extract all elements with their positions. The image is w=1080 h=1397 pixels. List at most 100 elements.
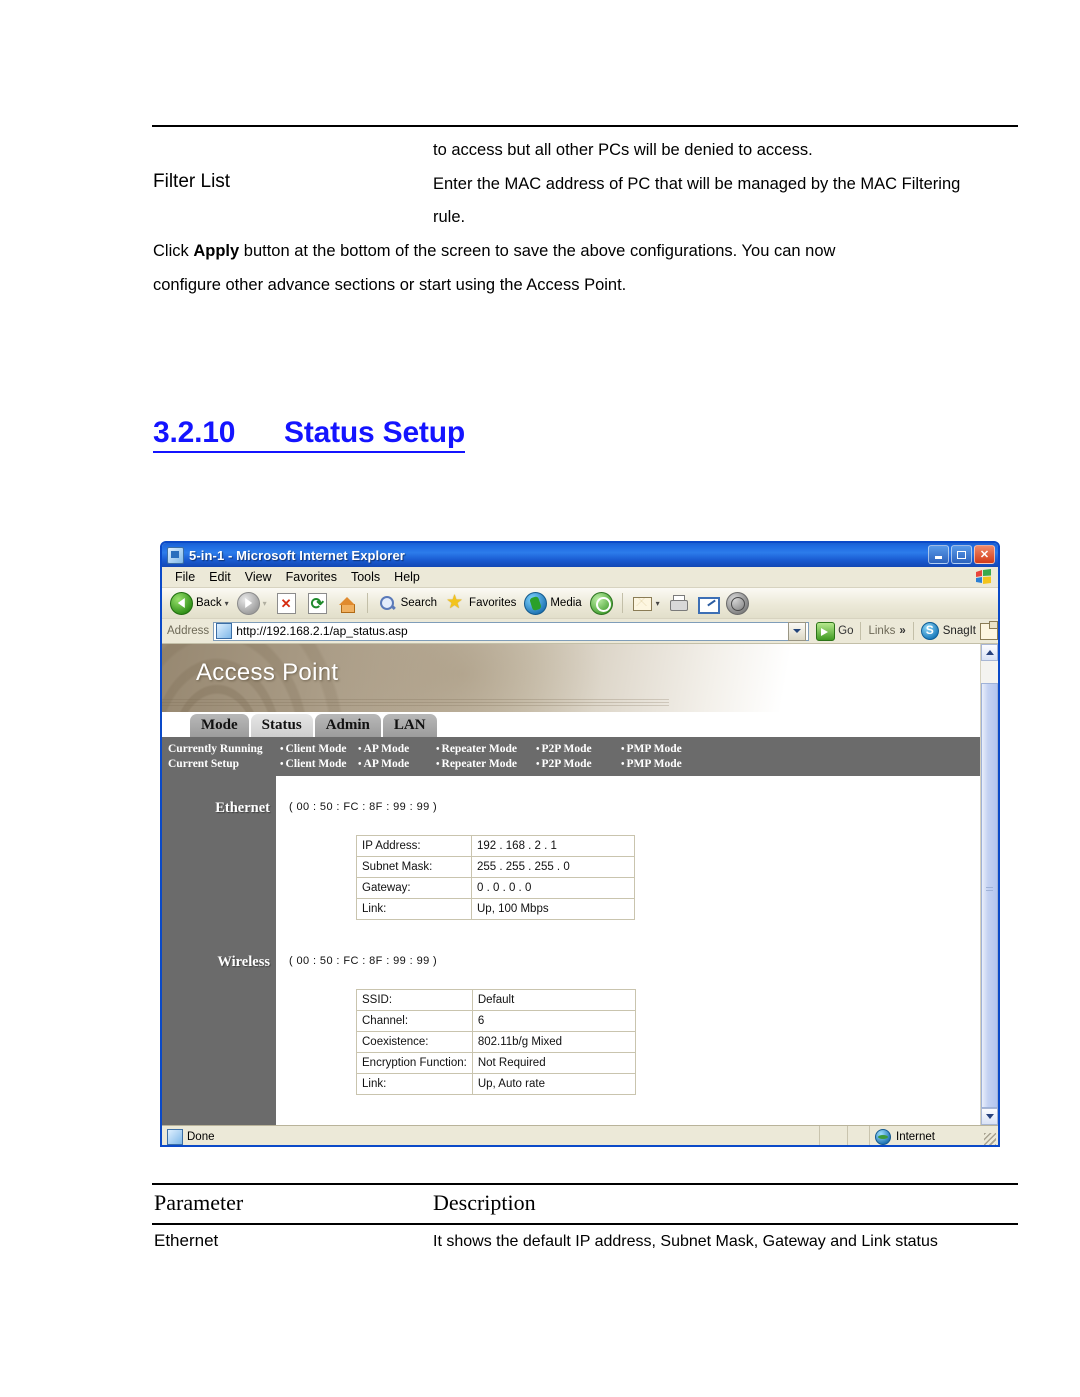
forward-dropdown-icon[interactable]: ▾ <box>263 599 267 608</box>
discuss-button[interactable] <box>723 591 752 616</box>
ptable-row-parameter: Ethernet <box>154 1231 219 1250</box>
mode-client: Client Mode <box>280 758 358 770</box>
stop-icon <box>276 592 296 614</box>
text-filter-list-desc-2: rule. <box>433 208 466 226</box>
menu-edit[interactable]: Edit <box>202 570 238 584</box>
mode-repeater: Repeater Mode <box>436 743 536 755</box>
tab-mode[interactable]: Mode <box>190 714 249 737</box>
ptable-rule-top <box>152 1183 1018 1185</box>
row-key: Link: <box>356 1073 473 1095</box>
document-page: to access but all other PCs will be deni… <box>0 0 1080 1397</box>
mode-row-current-setup: Current Setup Client Mode AP Mode Repeat… <box>162 756 980 771</box>
address-bar: Address http://192.168.2.1/ap_status.asp… <box>162 619 998 644</box>
search-button[interactable]: Search <box>374 592 440 615</box>
snagit-capture-icon[interactable] <box>980 620 998 640</box>
browser-toolbar: Back ▾ ▾ Search Favorit <box>162 588 998 619</box>
resize-grip-icon[interactable] <box>984 1133 996 1145</box>
apply-bold: Apply <box>193 242 240 260</box>
windows-flag-icon <box>976 569 991 584</box>
stop-button[interactable] <box>272 591 301 616</box>
menu-favorites[interactable]: Favorites <box>279 570 344 584</box>
mail-icon <box>632 593 653 614</box>
browser-window: 5-in-1 - Microsoft Internet Explorer ✕ F… <box>160 541 1000 1147</box>
back-label: Back <box>196 597 222 609</box>
mail-button[interactable]: ▾ <box>629 592 663 615</box>
row-key: SSID: <box>356 989 473 1011</box>
snagit-icon[interactable] <box>920 622 939 640</box>
home-icon <box>337 593 358 614</box>
address-input[interactable]: http://192.168.2.1/ap_status.asp <box>213 621 810 641</box>
edit-button[interactable] <box>694 592 721 615</box>
table-row: Encryption Function: Not Required <box>356 1052 636 1074</box>
scrollbar-grip-icon <box>986 887 993 894</box>
ap-tab-bar: Mode Status Admin LAN <box>162 712 980 737</box>
mode-client: Client Mode <box>280 743 358 755</box>
close-button[interactable]: ✕ <box>974 545 995 564</box>
links-chevron-icon[interactable]: » <box>899 625 905 637</box>
browser-titlebar: 5-in-1 - Microsoft Internet Explorer ✕ <box>162 543 998 567</box>
tab-status[interactable]: Status <box>250 714 313 737</box>
wireless-status-table: SSID: Default Channel: 6 Coexistence: 80… <box>356 989 636 1095</box>
media-button[interactable]: Media <box>521 591 584 616</box>
click-apply-pre: Click <box>153 242 194 260</box>
links-label: Links <box>868 625 896 637</box>
status-text: Done <box>187 1130 215 1143</box>
mode-ap: AP Mode <box>358 758 436 770</box>
row-key: Coexistence: <box>356 1031 473 1053</box>
row-key: Encryption Function: <box>356 1052 473 1074</box>
refresh-button[interactable] <box>303 591 332 616</box>
tab-lan[interactable]: LAN <box>382 714 437 737</box>
back-dropdown-icon[interactable]: ▾ <box>225 599 229 608</box>
go-arrow-icon <box>816 621 836 641</box>
ap-banner: Access Point <box>162 644 980 712</box>
minimize-button[interactable] <box>928 545 949 564</box>
menu-file[interactable]: File <box>168 570 202 584</box>
media-label: Media <box>550 597 582 609</box>
mode-p2p: P2P Mode <box>536 758 621 770</box>
row-value: 802.11b/g Mixed <box>471 1031 636 1053</box>
favorites-button[interactable]: Favorites <box>442 591 519 615</box>
menu-tools[interactable]: Tools <box>344 570 387 584</box>
ptable-header-description: Description <box>433 1190 536 1215</box>
back-button[interactable]: Back ▾ <box>167 591 232 616</box>
scroll-up-icon[interactable] <box>981 644 998 661</box>
address-divider-1 <box>860 622 862 640</box>
scrollbar-thumb[interactable] <box>981 683 998 1108</box>
home-button[interactable] <box>334 592 361 615</box>
row-value: Up, Auto rate <box>471 1073 636 1095</box>
search-label: Search <box>400 597 438 609</box>
address-url: http://192.168.2.1/ap_status.asp <box>236 624 408 638</box>
window-controls: ✕ <box>928 545 995 564</box>
media-icon <box>524 591 548 615</box>
maximize-button[interactable] <box>951 545 972 564</box>
menu-help[interactable]: Help <box>387 570 427 584</box>
ptable-row-description: It shows the default IP address, Subnet … <box>433 1233 938 1250</box>
ap-side-rail: Ethernet Wireless <box>162 776 276 1125</box>
go-button[interactable]: Go <box>813 621 854 641</box>
menu-bar: File Edit View Favorites Tools Help <box>162 567 998 588</box>
page-done-icon <box>167 1128 183 1145</box>
row-value: 192 . 168 . 2 . 1 <box>471 835 635 857</box>
address-dropdown-icon[interactable] <box>788 621 807 641</box>
ie-app-icon <box>167 546 184 564</box>
row-value: 6 <box>471 1010 636 1032</box>
forward-button[interactable]: ▾ <box>234 591 270 616</box>
section-label-ethernet: Ethernet <box>215 800 270 816</box>
print-icon <box>668 593 689 614</box>
tab-admin[interactable]: Admin <box>314 714 381 737</box>
toolbar-divider-1 <box>366 593 368 613</box>
history-button[interactable] <box>587 591 616 616</box>
scroll-down-icon[interactable] <box>981 1108 998 1125</box>
mail-dropdown-icon[interactable]: ▾ <box>656 599 660 608</box>
status-pane-blank-2 <box>848 1126 870 1145</box>
zone-text: Internet <box>896 1130 935 1143</box>
table-row: Gateway: 0 . 0 . 0 . 0 <box>356 877 635 899</box>
page-favicon-icon <box>216 623 233 639</box>
vertical-scrollbar[interactable] <box>980 644 998 1125</box>
favorites-star-icon <box>445 591 466 614</box>
menu-view[interactable]: View <box>238 570 279 584</box>
status-pane-blank-1 <box>820 1126 848 1145</box>
print-button[interactable] <box>665 592 692 615</box>
scrollbar-track[interactable] <box>981 661 998 1108</box>
go-label: Go <box>838 625 854 637</box>
